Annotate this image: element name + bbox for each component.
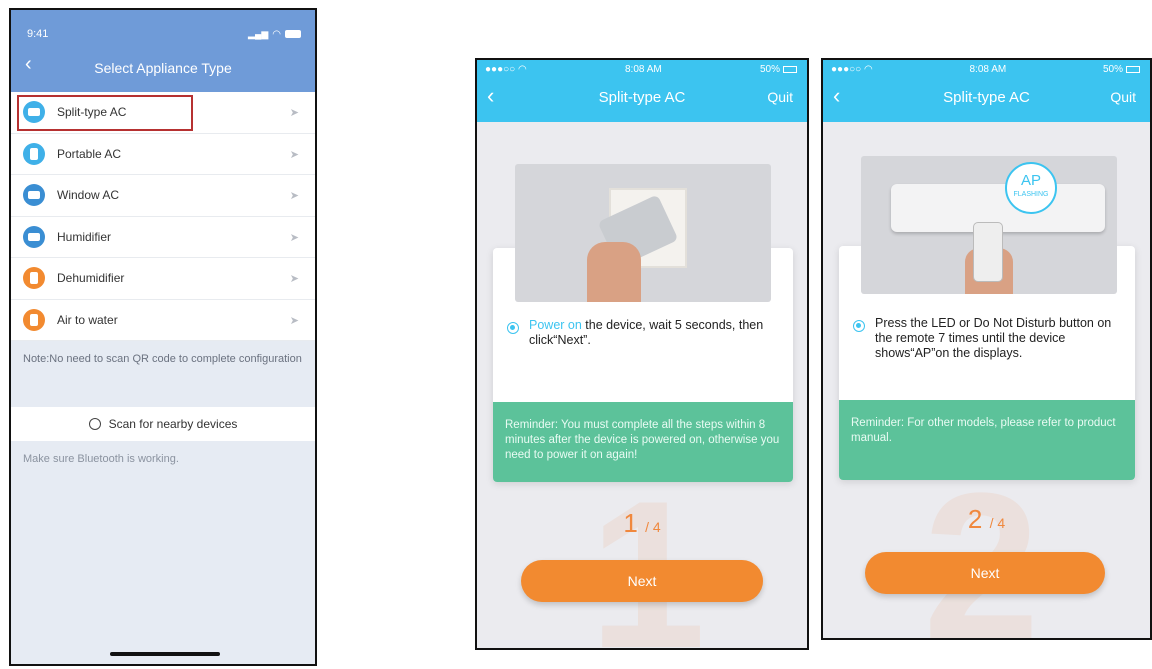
signal-icon: ●●●○○ ◠ (485, 64, 527, 75)
ap-label: AP (1020, 172, 1041, 189)
signal-icon: ●●●○○ ◠ (831, 64, 873, 75)
reminder-box: Reminder: For other models, please refer… (839, 400, 1135, 480)
battery-status: 50% (1103, 64, 1140, 75)
status-time: 8:08 AM (625, 64, 662, 75)
list-item-split-ac[interactable]: Split-type AC ➤ (11, 92, 315, 134)
air-to-water-icon (23, 308, 45, 331)
page-title: Split-type AC (598, 88, 686, 106)
step-total: / 4 (645, 519, 661, 535)
back-icon[interactable]: ‹ (25, 54, 32, 74)
list-item-label: Window AC (57, 188, 120, 203)
portable-ac-icon (23, 142, 45, 165)
step-watermark: 2 (923, 449, 1040, 640)
qr-note: Note:No need to scan QR code to complete… (23, 353, 302, 365)
bluetooth-note: Make sure Bluetooth is working. (23, 453, 179, 465)
radio-icon (853, 320, 865, 332)
nav-bar: ‹ Select Appliance Type (11, 48, 315, 88)
step-indicator: 1 / 4 (477, 508, 807, 539)
instruction-text: Press the LED or Do Not Disturb button o… (875, 316, 1112, 360)
home-indicator (110, 652, 220, 656)
status-bar: ●●●○○ ◠ 8:08 AM 50% (823, 60, 1150, 75)
battery-status: 50% (760, 64, 797, 75)
phone-step-1: ●●●○○ ◠ 8:08 AM 50% ‹ Split-type AC Quit… (475, 58, 809, 650)
status-bar: 9:41 ▂▄▆ ◠ (11, 10, 315, 40)
instruction-text: Power on the device, wait 5 seconds, the… (529, 318, 779, 348)
appliance-list: Split-type AC ➤ Portable AC ➤ Window AC … (11, 92, 315, 341)
quit-button[interactable]: Quit (767, 89, 793, 105)
scan-icon (88, 418, 101, 430)
page-title: Split-type AC (943, 88, 1030, 106)
battery-icon (1126, 65, 1140, 73)
nav-bar: ‹ Split-type AC Quit (477, 79, 807, 115)
hand-image (587, 242, 641, 302)
next-button[interactable]: Next (521, 560, 763, 602)
status-time: 8:08 AM (969, 64, 1007, 75)
list-item-humidifier[interactable]: Humidifier ➤ (11, 217, 315, 258)
chevron-right-icon: ➤ (289, 314, 299, 327)
chevron-right-icon: ➤ (289, 190, 299, 202)
back-icon[interactable]: ‹ (833, 85, 840, 107)
phone-appliance-select: 9:41 ▂▄▆ ◠ ‹ Select Appliance Type Split… (9, 8, 317, 666)
step-indicator: 2 / 4 (823, 504, 1150, 535)
list-item-air-to-water[interactable]: Air to water ➤ (11, 300, 315, 341)
humidifier-icon (23, 225, 45, 248)
next-button[interactable]: Next (865, 552, 1105, 594)
chevron-right-icon: ➤ (289, 107, 299, 119)
chevron-right-icon: ➤ (289, 273, 299, 285)
instruction-highlight: Power on (529, 318, 582, 332)
battery-label: 50% (1102, 64, 1123, 75)
list-item-portable-ac[interactable]: Portable AC ➤ (11, 134, 315, 175)
radio-icon (507, 322, 519, 334)
remote-image (973, 222, 1003, 282)
battery-icon (285, 30, 301, 38)
battery-icon (783, 65, 797, 73)
status-icons: ▂▄▆ ◠ (248, 29, 301, 40)
canvas: 9:41 ▂▄▆ ◠ ‹ Select Appliance Type Split… (0, 0, 1152, 669)
nav-bar: ‹ Split-type AC Quit (823, 79, 1150, 115)
step-number: 1 (623, 508, 638, 538)
quit-button[interactable]: Quit (1110, 89, 1136, 105)
dehumidifier-icon (23, 267, 45, 290)
list-item-label: Humidifier (57, 229, 112, 244)
page-title: Select Appliance Type (94, 60, 232, 76)
header: ●●●○○ ◠ 8:08 AM 50% ‹ Split-type AC Quit (477, 60, 807, 122)
status-bar: ●●●○○ ◠ 8:08 AM 50% (477, 60, 807, 75)
battery-label: 50% (759, 64, 780, 75)
list-item-label: Dehumidifier (57, 271, 125, 286)
reminder-box: Reminder: You must complete all the step… (493, 402, 793, 482)
ac-illustration: AP FLASHING (861, 156, 1117, 294)
ap-sub-label: FLASHING (1013, 191, 1049, 198)
window-ac-icon (23, 184, 45, 207)
signal-icon: ▂▄▆ (248, 28, 269, 39)
scan-nearby-button[interactable]: Scan for nearby devices (11, 407, 315, 441)
step-number: 2 (967, 504, 983, 534)
back-icon[interactable]: ‹ (487, 85, 494, 107)
list-item-window-ac[interactable]: Window AC ➤ (11, 175, 315, 217)
list-item-dehumidifier[interactable]: Dehumidifier ➤ (11, 258, 315, 300)
list-item-label: Portable AC (57, 146, 122, 161)
ap-flashing-badge: AP FLASHING (1005, 162, 1057, 214)
chevron-right-icon: ➤ (289, 231, 299, 244)
chevron-right-icon: ➤ (289, 148, 299, 161)
selection-highlight (17, 95, 193, 131)
status-time: 9:41 (27, 28, 49, 40)
header: 9:41 ▂▄▆ ◠ ‹ Select Appliance Type (11, 10, 315, 92)
phone-step-2: ●●●○○ ◠ 8:08 AM 50% ‹ Split-type AC Quit… (821, 58, 1152, 640)
step-total: / 4 (989, 515, 1006, 531)
list-item-label: Air to water (57, 312, 118, 327)
plug-illustration (515, 164, 771, 302)
wifi-icon: ◠ (272, 28, 281, 40)
scan-label: Scan for nearby devices (108, 417, 238, 431)
header: ●●●○○ ◠ 8:08 AM 50% ‹ Split-type AC Quit (823, 60, 1150, 122)
